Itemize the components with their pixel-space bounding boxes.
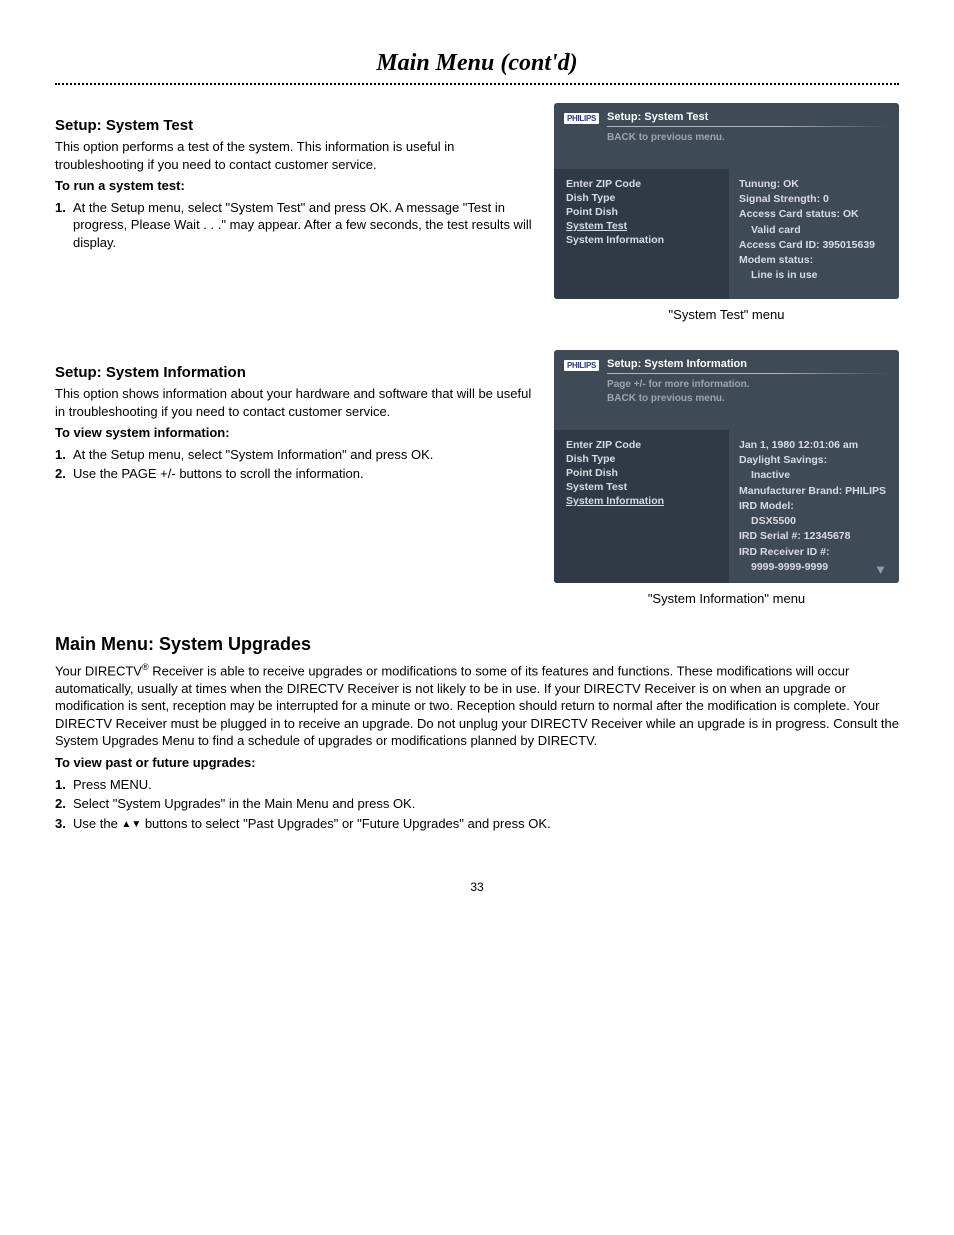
section3-viewhead: To view past or future upgrades: (55, 754, 899, 772)
step-text: Use the ▲▼ buttons to select "Past Upgra… (73, 815, 551, 833)
section1-step1: 1. At the Setup menu, select "System Tes… (55, 199, 532, 252)
content-line: 9999-9999-9999 (739, 560, 889, 575)
screenshot-system-info: PHILIPS Setup: System Information Page +… (554, 350, 899, 583)
section2-steps: 1. At the Setup menu, select "System Inf… (55, 446, 532, 483)
content-line: Valid card (739, 223, 889, 238)
philips-logo: PHILIPS (564, 113, 599, 124)
screen-title: Setup: System Test (607, 111, 889, 123)
section2-text: Setup: System Information This option sh… (55, 350, 532, 606)
screen-body: Enter ZIP Code Dish Type Point Dish Syst… (554, 430, 899, 583)
menu-item-zip: Enter ZIP Code (566, 438, 721, 452)
section3-para: Your DIRECTV® Receiver is able to receiv… (55, 661, 899, 750)
screen-top: PHILIPS Setup: System Test BACK to previ… (554, 103, 899, 169)
content-line: Daylight Savings: (739, 453, 889, 468)
menu-item-systemtest: System Test (566, 480, 721, 494)
content-line: Jan 1, 1980 12:01:06 am (739, 438, 889, 453)
step-text: Press MENU. (73, 776, 152, 794)
step-number: 1. (55, 199, 73, 252)
screen-body: Enter ZIP Code Dish Type Point Dish Syst… (554, 169, 899, 299)
page-number: 33 (55, 880, 899, 894)
section1-text: Setup: System Test This option performs … (55, 103, 532, 322)
step-number: 1. (55, 446, 73, 464)
content-line: Modem status: (739, 253, 889, 268)
section-system-information: Setup: System Information This option sh… (55, 350, 899, 606)
content-line: Access Card ID: 395015639 (739, 238, 889, 253)
section2-intro: This option shows information about your… (55, 385, 532, 420)
screen-menu: Enter ZIP Code Dish Type Point Dish Syst… (554, 430, 729, 583)
section3-heading: Main Menu: System Upgrades (55, 634, 899, 655)
menu-item-zip: Enter ZIP Code (566, 177, 721, 191)
figure2-caption: "System Information" menu (554, 591, 899, 606)
screen-menu: Enter ZIP Code Dish Type Point Dish Syst… (554, 169, 729, 299)
section2-step1: 1. At the Setup menu, select "System Inf… (55, 446, 532, 464)
section3-steps: 1. Press MENU. 2. Select "System Upgrade… (55, 776, 899, 833)
philips-logo: PHILIPS (564, 360, 599, 371)
step-number: 1. (55, 776, 73, 794)
content-line: IRD Model: (739, 499, 889, 514)
screen-sub: BACK to previous menu. (607, 131, 889, 145)
section2-step2: 2. Use the PAGE +/- buttons to scroll th… (55, 465, 532, 483)
dotted-rule (55, 83, 899, 85)
step3-b: buttons to select "Past Upgrades" or "Fu… (141, 816, 550, 831)
screen-top-right: Setup: System Information Page +/- for m… (607, 358, 889, 406)
screen-content: Jan 1, 1980 12:01:06 am Daylight Savings… (729, 430, 899, 583)
section2-viewhead: To view system information: (55, 424, 532, 442)
section2-heading: Setup: System Information (55, 364, 532, 381)
step-text: At the Setup menu, select "System Test" … (73, 199, 532, 252)
section3-step2: 2. Select "System Upgrades" in the Main … (55, 795, 899, 813)
menu-item-sysinfo: System Information (566, 494, 721, 508)
menu-item-pointdish: Point Dish (566, 205, 721, 219)
step-number: 3. (55, 815, 73, 833)
section1-steps: 1. At the Setup menu, select "System Tes… (55, 199, 532, 252)
section1-heading: Setup: System Test (55, 117, 532, 134)
section1-intro: This option performs a test of the syste… (55, 138, 532, 173)
step3-a: Use the (73, 816, 121, 831)
step-number: 2. (55, 465, 73, 483)
content-line: Access Card status: OK (739, 207, 889, 222)
screen-top: PHILIPS Setup: System Information Page +… (554, 350, 899, 430)
section1-figure: PHILIPS Setup: System Test BACK to previ… (554, 103, 899, 322)
para-a: Your DIRECTV (55, 663, 142, 678)
registered-icon: ® (142, 662, 149, 672)
screenshot-system-test: PHILIPS Setup: System Test BACK to previ… (554, 103, 899, 299)
content-line: Tunung: OK (739, 177, 889, 192)
menu-item-pointdish: Point Dish (566, 466, 721, 480)
content-line: Line is in use (739, 268, 889, 283)
content-line: DSX5500 (739, 514, 889, 529)
screen-title: Setup: System Information (607, 358, 889, 370)
screen-rule (607, 373, 889, 374)
menu-item-dishtype: Dish Type (566, 191, 721, 205)
screen-top-right: Setup: System Test BACK to previous menu… (607, 111, 889, 145)
figure1-caption: "System Test" menu (554, 307, 899, 322)
screen-sub2: BACK to previous menu. (607, 392, 889, 406)
menu-item-dishtype: Dish Type (566, 452, 721, 466)
content-line: IRD Serial #: 12345678 (739, 529, 889, 544)
content-line: IRD Receiver ID #: (739, 545, 889, 560)
section1-runhead: To run a system test: (55, 177, 532, 195)
section2-figure: PHILIPS Setup: System Information Page +… (554, 350, 899, 606)
menu-item-systemtest: System Test (566, 219, 721, 233)
menu-item-sysinfo: System Information (566, 233, 721, 247)
para-b: Receiver is able to receive upgrades or … (55, 663, 899, 748)
screen-sub1: Page +/- for more information. (607, 378, 889, 392)
section3-step1: 1. Press MENU. (55, 776, 899, 794)
step-number: 2. (55, 795, 73, 813)
step-text: At the Setup menu, select "System Inform… (73, 446, 433, 464)
screen-content: Tunung: OK Signal Strength: 0 Access Car… (729, 169, 899, 299)
step-text: Use the PAGE +/- buttons to scroll the i… (73, 465, 364, 483)
step-text: Select "System Upgrades" in the Main Men… (73, 795, 415, 813)
scroll-down-icon: ▼ (874, 562, 887, 577)
page-title: Main Menu (cont'd) (55, 50, 899, 77)
content-line: Manufacturer Brand: PHILIPS (739, 484, 889, 499)
content-line: Inactive (739, 468, 889, 483)
screen-rule (607, 126, 889, 127)
up-down-arrows-icon: ▲▼ (121, 819, 141, 830)
section-system-test: Setup: System Test This option performs … (55, 103, 899, 322)
content-line: Signal Strength: 0 (739, 192, 889, 207)
section3-step3: 3. Use the ▲▼ buttons to select "Past Up… (55, 815, 899, 833)
